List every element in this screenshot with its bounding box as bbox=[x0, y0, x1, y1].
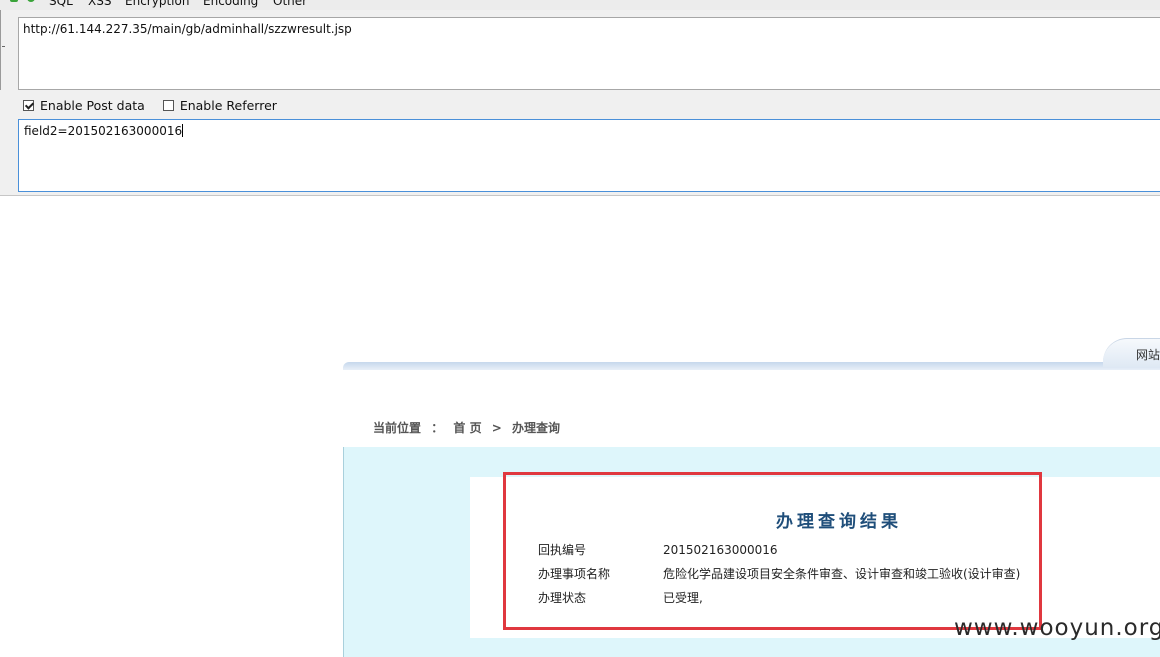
decrease-icon[interactable] bbox=[10, 0, 18, 2]
enable-post-option[interactable]: Enable Post data bbox=[23, 98, 145, 113]
menu-encoding[interactable]: Encoding▾ bbox=[203, 0, 263, 8]
menu-xss[interactable]: XSS▾ bbox=[88, 0, 116, 8]
url-text: http://61.144.227.35/main/gb/adminhall/s… bbox=[23, 22, 352, 36]
site-header: 网站 bbox=[343, 336, 1160, 372]
breadcrumb-home[interactable]: 首 页 bbox=[453, 421, 481, 435]
breadcrumb-label: 当前位置 bbox=[373, 421, 422, 435]
highlight-box bbox=[503, 472, 1042, 630]
menu-other[interactable]: Other▾ bbox=[273, 0, 312, 8]
post-data-text: field2=201502163000016 bbox=[24, 124, 183, 138]
gutter-mark bbox=[2, 46, 5, 47]
watermark: www.wooyun.org bbox=[954, 615, 1160, 641]
hackbar-panel: http://61.144.227.35/main/gb/adminhall/s… bbox=[0, 10, 1160, 196]
toolbar-icons bbox=[10, 0, 39, 10]
increase-icon[interactable] bbox=[27, 0, 36, 2]
breadcrumb: 当前位置 ： 首 页 > 办理查询 bbox=[373, 419, 566, 436]
content-left-border bbox=[343, 447, 344, 657]
post-data-input[interactable]: field2=201502163000016 bbox=[18, 119, 1160, 192]
header-strip bbox=[343, 362, 1160, 370]
hackbar-toolbar: SQL▾ XSS▾ Encryption▾ Encoding▾ Other▾ bbox=[0, 0, 1160, 10]
menu-sql[interactable]: SQL▾ bbox=[49, 0, 77, 8]
text-cursor bbox=[182, 124, 184, 137]
options-row: Enable Post data Enable Referrer bbox=[23, 98, 277, 114]
menu-encryption[interactable]: Encryption▾ bbox=[125, 0, 194, 8]
enable-post-checkbox[interactable] bbox=[23, 100, 34, 111]
enable-post-label: Enable Post data bbox=[40, 98, 145, 113]
breadcrumb-separator: ： bbox=[431, 421, 444, 435]
breadcrumb-arrow: > bbox=[491, 421, 502, 435]
gutter-line bbox=[0, 10, 1, 90]
enable-referrer-checkbox[interactable] bbox=[162, 100, 174, 111]
header-tab-text[interactable]: 网站 bbox=[1136, 346, 1160, 363]
enable-referrer-label: Enable Referrer bbox=[179, 98, 277, 113]
url-input[interactable]: http://61.144.227.35/main/gb/adminhall/s… bbox=[18, 17, 1160, 90]
breadcrumb-current: 办理查询 bbox=[512, 421, 561, 435]
enable-referrer-option[interactable]: Enable Referrer bbox=[162, 98, 277, 113]
